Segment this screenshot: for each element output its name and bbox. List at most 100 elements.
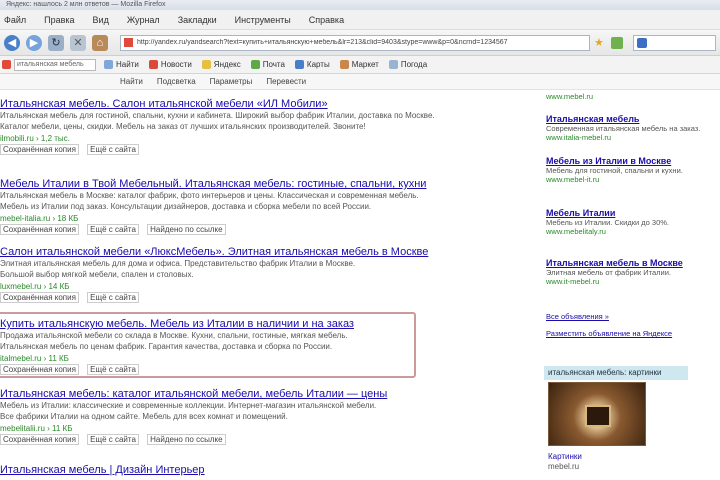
toolbar2-item[interactable]: Параметры bbox=[210, 77, 253, 86]
ad-title-link[interactable]: Мебель Италии bbox=[546, 208, 720, 218]
more-from-site-link[interactable]: Ещё с сайта bbox=[87, 224, 139, 235]
menu-view[interactable]: Вид bbox=[93, 15, 109, 25]
window-titlebar: Яндекс: нашлось 2 млн ответов — Mozilla … bbox=[0, 0, 720, 10]
result-title-link[interactable]: Итальянская мебель: каталог итальянской … bbox=[0, 388, 500, 400]
ad-text: Современная итальянская мебель на заказ. bbox=[546, 124, 701, 133]
found-by-link[interactable]: Найдено по ссылке bbox=[147, 224, 226, 235]
result-snippet: Большой выбор мягкой мебели, спален и ст… bbox=[0, 270, 194, 279]
menu-bar: Файл Правка Вид Журнал Закладки Инструме… bbox=[0, 10, 720, 30]
menu-tools[interactable]: Инструменты bbox=[235, 15, 291, 25]
furniture-image-thumbnail[interactable] bbox=[548, 382, 646, 446]
result-snippet: Элитная итальянская мебель для дома и оф… bbox=[0, 259, 356, 268]
ad-block: Мебель Италии Мебель из Италии. Скидки д… bbox=[546, 208, 720, 236]
search-result: Мебель Италии в Твой Мебельный. Итальянс… bbox=[0, 178, 500, 235]
result-url[interactable]: luxmebel.ru › 14 КБ bbox=[0, 282, 500, 291]
more-from-site-link[interactable]: Ещё с сайта bbox=[87, 434, 139, 445]
toolbar2-item[interactable]: Перевести bbox=[266, 77, 306, 86]
bookmark-item[interactable]: Почта bbox=[250, 60, 285, 69]
result-snippet: Мебель из Италии под заказ. Консультации… bbox=[0, 202, 372, 211]
go-arrow-icon[interactable] bbox=[611, 36, 623, 49]
forward-arrow-icon[interactable]: ▶ bbox=[26, 34, 42, 51]
menu-edit[interactable]: Правка bbox=[44, 15, 74, 25]
menu-file[interactable]: Файл bbox=[4, 15, 26, 25]
ad-text: Мебель для гостиной, спальни и кухни. bbox=[546, 166, 683, 175]
result-url[interactable]: mebelitalii.ru › 11 КБ bbox=[0, 424, 500, 433]
window-title: Яндекс: нашлось 2 млн ответов — Mozilla … bbox=[6, 1, 166, 8]
ad-url[interactable]: www.it-mebel.ru bbox=[546, 277, 720, 286]
cached-copy-link[interactable]: Сохранённая копия bbox=[0, 224, 79, 235]
stop-icon[interactable]: ✕ bbox=[70, 34, 86, 51]
search-engine-icon[interactable] bbox=[637, 37, 647, 48]
ad-url[interactable]: www.mebel-it.ru bbox=[546, 175, 720, 184]
result-snippet: Итальянская мебель для гостиной, спальни… bbox=[0, 111, 435, 120]
result-title-link[interactable]: Итальянская мебель. Салон итальянской ме… bbox=[0, 98, 500, 110]
yandex-logo-icon bbox=[2, 60, 11, 69]
ad-url[interactable]: www.italia-mebel.ru bbox=[546, 133, 720, 142]
result-title-link[interactable]: Салон итальянской мебели «ЛюксМебель». Э… bbox=[0, 246, 500, 258]
navigation-toolbar: ◀ ▶ ↻ ✕ ⌂ http://yandex.ru/yandsearch?te… bbox=[0, 30, 720, 56]
result-snippet: Итальянская мебель в Москве: каталог фаб… bbox=[0, 191, 419, 200]
result-url[interactable]: mebel-italia.ru › 18 КБ bbox=[0, 214, 500, 223]
search-result: Салон итальянской мебели «ЛюксМебель». Э… bbox=[0, 246, 500, 303]
back-arrow-icon[interactable]: ◀ bbox=[4, 34, 20, 51]
cached-copy-link[interactable]: Сохранённая копия bbox=[0, 434, 79, 445]
market-icon bbox=[339, 60, 349, 69]
ad-title-link[interactable]: Мебель из Италии в Москве bbox=[546, 156, 720, 166]
bookmark-item[interactable]: Яндекс bbox=[201, 60, 241, 69]
result-snippet: Все фабрики Италии на одном сайте. Мебел… bbox=[0, 412, 288, 421]
more-from-site-link[interactable]: Ещё с сайта bbox=[87, 144, 139, 155]
ad-text: Элитная мебель от фабрик Италии. bbox=[546, 268, 671, 277]
found-by-link[interactable]: Найдено по ссылке bbox=[147, 434, 226, 445]
secondary-toolbar: Найти Подсветка Параметры Перевести bbox=[0, 74, 720, 90]
result-title-link[interactable]: Мебель Италии в Твой Мебельный. Итальянс… bbox=[0, 178, 500, 190]
toolbar-search-input[interactable]: итальянская мебель bbox=[14, 58, 96, 71]
result-url[interactable]: ilmobili.ru › 1,2 тыс. bbox=[0, 134, 500, 143]
ad-url[interactable]: www.mebelitaly.ru bbox=[546, 227, 720, 236]
image-caption-link[interactable]: Картинки bbox=[548, 452, 582, 461]
browser-search-box[interactable] bbox=[633, 34, 716, 51]
bookmark-item[interactable]: Погода bbox=[388, 60, 427, 69]
ad-title-link[interactable]: Итальянская мебель bbox=[546, 114, 720, 124]
ad-block: www.mebel.ru bbox=[546, 92, 720, 101]
result-title-link[interactable]: Итальянская мебель | Дизайн Интерьер bbox=[0, 464, 500, 476]
search-result: Итальянская мебель: каталог итальянской … bbox=[0, 388, 500, 445]
image-block-title[interactable]: итальянская мебель: картинки bbox=[544, 366, 688, 380]
bookmark-item[interactable]: Карты bbox=[294, 60, 330, 69]
ads-sidebar: www.mebel.ru Итальянская мебель Современ… bbox=[540, 90, 720, 480]
more-ads-link[interactable]: Все объявления » bbox=[546, 312, 720, 321]
ad-url[interactable]: www.mebel.ru bbox=[546, 92, 720, 101]
cached-copy-link[interactable]: Сохранённая копия bbox=[0, 364, 79, 375]
toolbar2-item[interactable]: Найти bbox=[120, 77, 143, 86]
menu-help[interactable]: Справка bbox=[309, 15, 344, 25]
news-icon bbox=[148, 60, 158, 69]
home-icon[interactable]: ⌂ bbox=[92, 34, 108, 51]
bookmark-star-icon[interactable]: ★ bbox=[594, 37, 606, 49]
result-title-link[interactable]: Купить итальянскую мебель. Мебель из Ита… bbox=[0, 318, 500, 330]
result-url[interactable]: italmebel.ru › 11 КБ bbox=[0, 354, 500, 363]
bookmarks-toolbar: итальянская мебель Найти Новости Яндекс … bbox=[0, 56, 720, 74]
bookmark-item[interactable]: Новости bbox=[148, 60, 192, 69]
search-icon bbox=[104, 60, 113, 69]
ad-title-link[interactable]: Итальянская мебель в Москве bbox=[546, 258, 720, 268]
place-ad-link[interactable]: Разместить объявление на Яндексе bbox=[546, 329, 720, 338]
result-links: Сохранённая копия Ещё с сайта bbox=[0, 364, 500, 375]
bookmark-item[interactable]: Маркет bbox=[339, 60, 379, 69]
address-url[interactable]: http://yandex.ru/yandsearch?text=купить+… bbox=[137, 39, 508, 46]
cached-copy-link[interactable]: Сохранённая копия bbox=[0, 292, 79, 303]
search-result: Итальянская мебель | Дизайн Интерьер bbox=[0, 464, 500, 476]
menu-bookmarks[interactable]: Закладки bbox=[178, 15, 217, 25]
reload-icon[interactable]: ↻ bbox=[48, 34, 64, 51]
more-from-site-link[interactable]: Ещё с сайта bbox=[87, 364, 139, 375]
search-result: Итальянская мебель. Салон итальянской ме… bbox=[0, 98, 500, 155]
result-snippet: Мебель из Италии: классические и совреме… bbox=[0, 401, 377, 410]
cached-copy-link[interactable]: Сохранённая копия bbox=[0, 144, 79, 155]
toolbar2-item[interactable]: Подсветка bbox=[157, 77, 196, 86]
result-links: Сохранённая копия Ещё с сайта Найдено по… bbox=[0, 224, 500, 235]
ad-block: Итальянская мебель Современная итальянск… bbox=[546, 114, 720, 142]
bookmark-item[interactable]: Найти bbox=[104, 60, 139, 69]
ad-block: Мебель из Италии в Москве Мебель для гос… bbox=[546, 156, 720, 184]
address-bar[interactable]: http://yandex.ru/yandsearch?text=купить+… bbox=[120, 34, 590, 51]
result-snippet: Каталог мебели, цены, скидки. Мебель на … bbox=[0, 122, 366, 131]
more-from-site-link[interactable]: Ещё с сайта bbox=[87, 292, 139, 303]
menu-history[interactable]: Журнал bbox=[127, 15, 160, 25]
